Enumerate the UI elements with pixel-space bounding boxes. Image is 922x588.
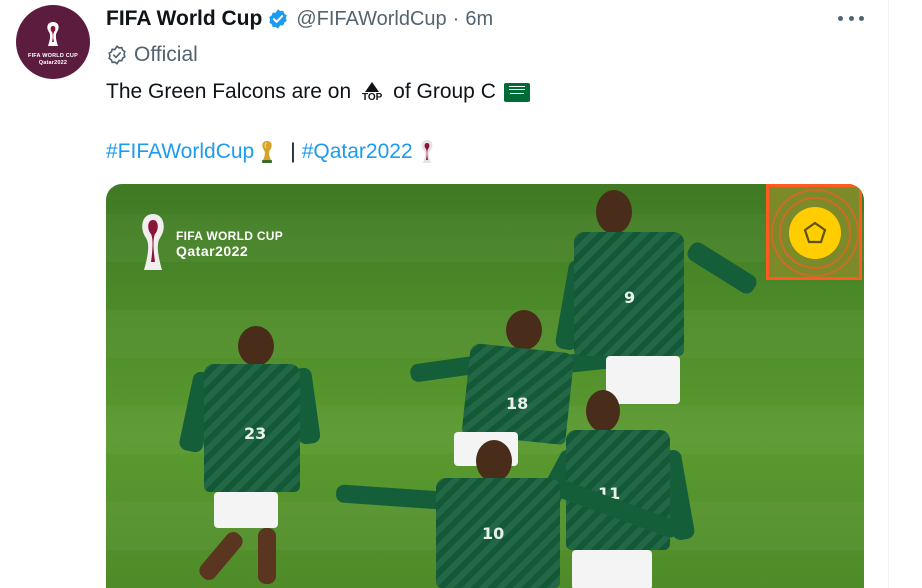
tweet-text-before: The Green Falcons are on [106, 80, 352, 103]
world-cup-emblem-icon [142, 214, 164, 270]
official-label-row: Official [106, 42, 198, 68]
qatar-2022-emblem-emoji [421, 140, 433, 163]
more-options-icon[interactable] [838, 8, 864, 28]
tweet-text: The Green Falcons are on TOP of Group C [106, 78, 530, 106]
player-23: 23 [176, 324, 322, 584]
hashtag-qatar2022[interactable]: #Qatar2022 [302, 140, 413, 164]
hashtag-fifaworldcup[interactable]: #FIFAWorldCup [106, 140, 254, 164]
player-number: 10 [482, 524, 505, 543]
world-cup-logo: FIFA WORLD CUP Qatar2022 [136, 212, 283, 276]
avatar-text-line2: Qatar2022 [38, 59, 68, 66]
timestamp[interactable]: 6m [465, 8, 493, 31]
top-arrow-emoji: TOP [357, 81, 387, 103]
trophy-emoji [262, 141, 273, 163]
official-check-icon [108, 45, 126, 65]
media-logo-line1: FIFA WORLD CUP [176, 229, 284, 243]
player-10: 10 [332, 438, 692, 588]
tweet-media-image[interactable]: FIFA WORLD CUP Qatar2022 23 18 9 11 10 [106, 184, 864, 588]
hashtag-line: #FIFAWorldCup | #Qatar2022 [106, 138, 435, 166]
user-handle[interactable]: @FIFAWorldCup [296, 8, 446, 31]
trophy-logo-icon [47, 22, 59, 47]
verified-badge-icon[interactable] [267, 8, 289, 30]
tweet-text-after: of Group C [393, 80, 496, 103]
column-border [888, 0, 889, 588]
separator-dot: · [452, 7, 460, 30]
tweet-header: FIFA World Cup @FIFAWorldCup · 6m [106, 6, 493, 32]
media-logo-line2: Qatar2022 [176, 243, 249, 259]
player-number: 18 [506, 394, 529, 413]
player-number: 9 [624, 288, 636, 307]
player-number: 23 [244, 424, 267, 443]
official-label: Official [134, 43, 198, 66]
pentagon-ball-icon [803, 221, 827, 244]
gold-ball-badge [766, 184, 862, 280]
avatar-text-line1: FIFA WORLD CUP [28, 53, 78, 60]
avatar[interactable]: FIFA WORLD CUP Qatar2022 [16, 5, 90, 79]
top-emoji-text: TOP [361, 91, 383, 103]
display-name[interactable]: FIFA World Cup [106, 7, 262, 31]
hashtag-separator: | [290, 140, 296, 163]
saudi-flag-emoji [503, 82, 530, 102]
